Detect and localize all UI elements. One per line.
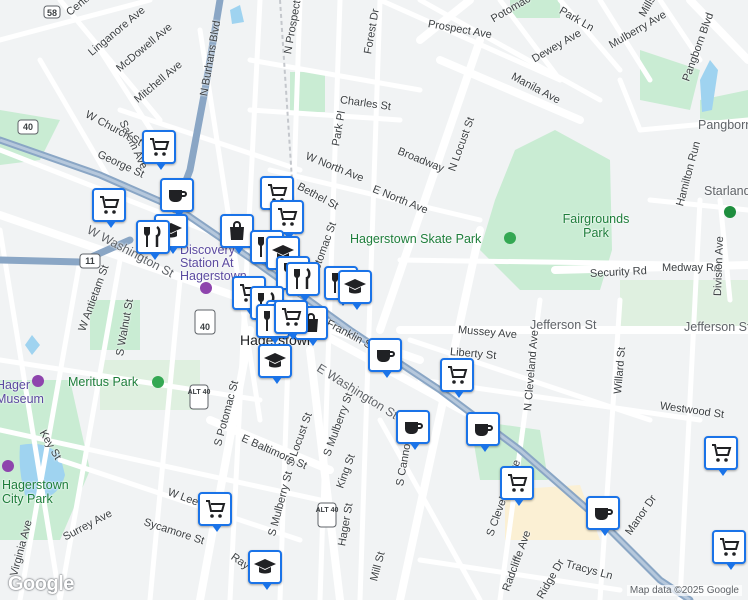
route-shield-58: 58 [46, 8, 57, 18]
place-marker-icon [724, 206, 736, 218]
museum-icon [32, 375, 44, 387]
school-marker[interactable] [248, 550, 282, 590]
grocery-marker[interactable] [704, 436, 738, 476]
route-shield-11: 11 [85, 256, 95, 266]
grocery-marker[interactable] [92, 188, 126, 228]
cafe-marker[interactable] [160, 178, 194, 218]
school-marker[interactable] [258, 344, 292, 384]
place-label-starland: Starland [704, 184, 748, 198]
museum-icon [2, 460, 14, 472]
grocery-marker[interactable] [274, 300, 308, 340]
place-label-pangborn: Pangborn [698, 118, 748, 132]
cafe-marker[interactable] [368, 338, 402, 378]
google-logo: Google [8, 573, 74, 595]
grocery-marker[interactable] [142, 130, 176, 170]
street-label: Medway Rd [662, 262, 721, 274]
route-shield-alt-40-b: ALT 40 [315, 507, 339, 514]
grocery-marker[interactable] [712, 530, 746, 570]
route-shield-alt-40: ALT 40 [187, 389, 211, 396]
shopping-marker[interactable] [220, 214, 254, 254]
restaurant-marker[interactable] [136, 220, 170, 260]
map-canvas[interactable]: 58 40 11 40 ALT 40 ALT 40 Prospect Ave P… [0, 0, 748, 600]
place-label-skate-park: Hagerstown Skate Park [350, 232, 482, 246]
cafe-marker[interactable] [396, 410, 430, 450]
grocery-marker[interactable] [270, 200, 304, 240]
cafe-marker[interactable] [586, 496, 620, 536]
place-label-meritus-park: Meritus Park [68, 375, 139, 389]
route-shield-40: 40 [22, 122, 33, 132]
school-marker[interactable] [338, 270, 372, 310]
grocery-marker[interactable] [500, 466, 534, 506]
route-shield-40-alt: 40 [199, 322, 210, 332]
stadium-icon [152, 376, 164, 388]
street-label: Jefferson St [684, 320, 748, 334]
park-icon [504, 232, 516, 244]
grocery-marker[interactable] [198, 492, 232, 532]
cafe-marker[interactable] [466, 412, 500, 452]
place-label-fairgrounds-park: Fairgrounds Park [562, 212, 630, 240]
restaurant-marker[interactable] [286, 262, 320, 302]
grocery-marker[interactable] [440, 358, 474, 398]
place-label-city-park: Hagerstown City Park [2, 478, 69, 506]
museum-icon [200, 282, 212, 294]
street-label: Division Ave [712, 236, 727, 297]
map-attribution[interactable]: Map data ©2025 Google [626, 585, 742, 596]
